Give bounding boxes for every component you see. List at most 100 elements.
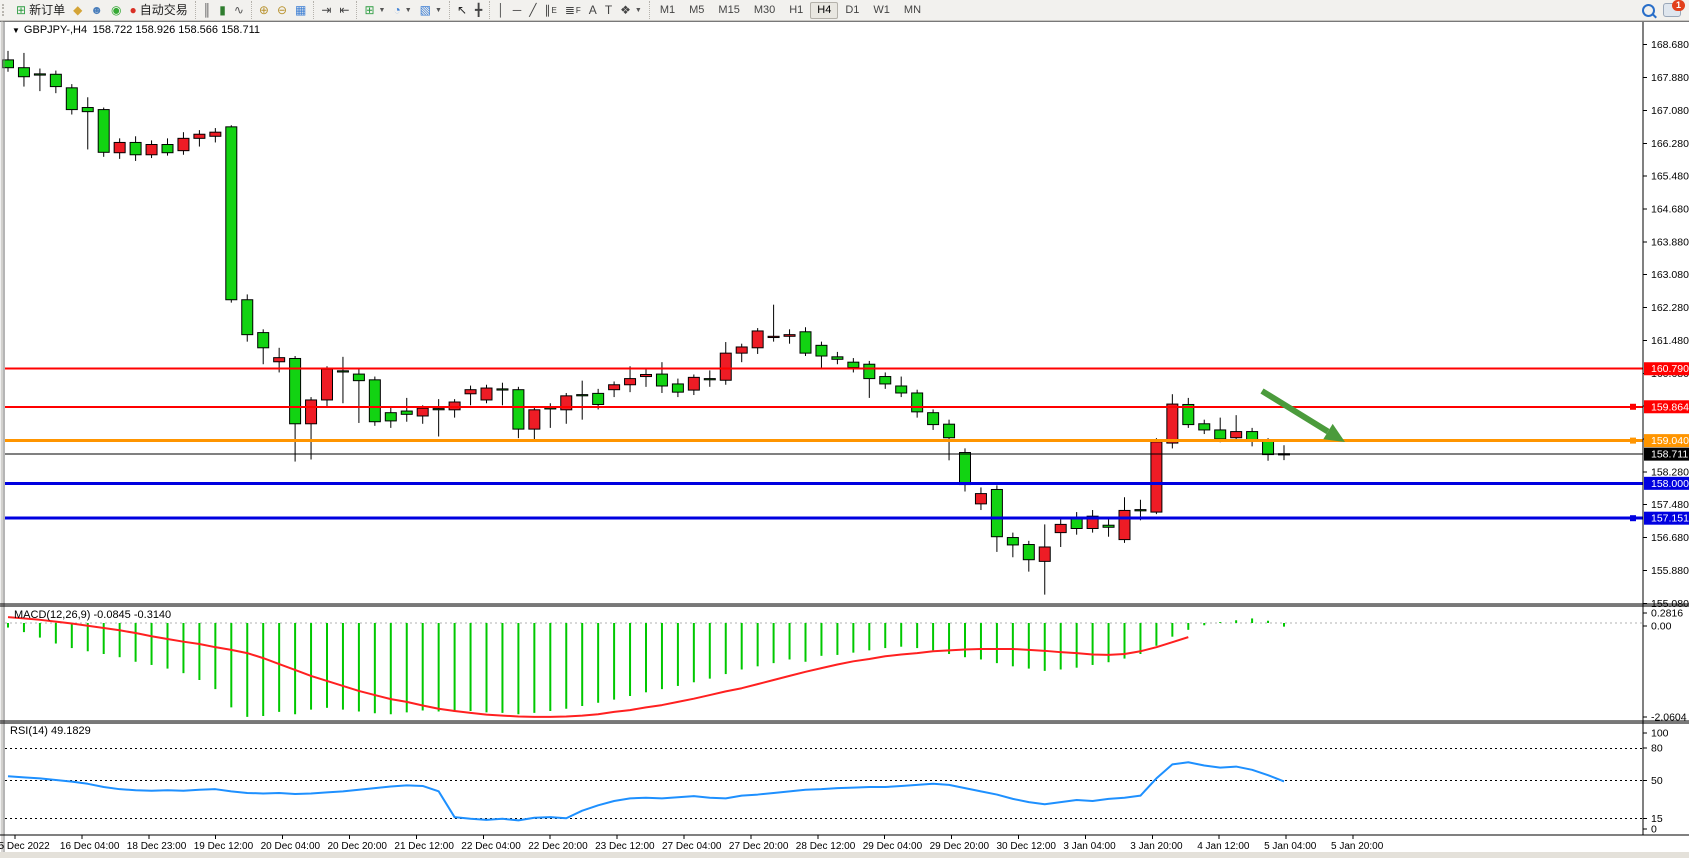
zoom-in-button[interactable]: ⊕ bbox=[255, 1, 273, 19]
candle bbox=[130, 142, 141, 154]
timeframe-h4-button[interactable]: H4 bbox=[810, 2, 838, 19]
hline-handle-159.864[interactable] bbox=[1630, 404, 1636, 410]
candle bbox=[656, 374, 667, 386]
timeframe-w1-button[interactable]: W1 bbox=[866, 2, 897, 19]
candle bbox=[353, 374, 364, 381]
line-chart-icon: ∿ bbox=[234, 4, 244, 16]
price-label-159.040: 159.040 bbox=[1651, 435, 1689, 447]
macd-axis-label: -2.0604 bbox=[1651, 712, 1687, 724]
timeframe-m5-button[interactable]: M5 bbox=[682, 2, 711, 19]
price-tick-label: 155.880 bbox=[1651, 565, 1689, 577]
candle bbox=[274, 358, 285, 362]
auto-trading-button[interactable]: ●自动交易 bbox=[125, 1, 191, 19]
candle bbox=[306, 400, 317, 424]
time-label: 5 Jan 04:00 bbox=[1264, 841, 1317, 852]
candle bbox=[465, 390, 476, 394]
candle bbox=[928, 413, 939, 425]
autotrade-icon: ● bbox=[129, 4, 136, 16]
hline-handle-159.040[interactable] bbox=[1630, 438, 1636, 444]
macd-axis-label: 0.00 bbox=[1651, 621, 1672, 633]
time-label: 22 Dec 20:00 bbox=[528, 841, 588, 852]
terminal-button[interactable]: ☻ bbox=[86, 1, 107, 19]
toolbar-right: 1 bbox=[1642, 3, 1689, 17]
fibonacci-icon: ≣ bbox=[565, 4, 575, 16]
time-label: 29 Dec 20:00 bbox=[930, 841, 990, 852]
candle bbox=[577, 395, 588, 396]
cursor-icon: ↖ bbox=[457, 4, 467, 16]
bar-chart-icon: ║ bbox=[203, 4, 212, 16]
market-watch-button[interactable]: ◆ bbox=[69, 1, 86, 19]
shapes-button[interactable]: ❖▼ bbox=[616, 1, 646, 19]
candle bbox=[417, 408, 428, 416]
candle bbox=[944, 424, 955, 438]
zoom-in-icon: ⊕ bbox=[259, 4, 269, 16]
timeframe-m15-button[interactable]: M15 bbox=[711, 2, 746, 19]
trendline-tool-button[interactable]: ╱ bbox=[525, 1, 540, 19]
auto-scroll-button[interactable]: ⇥ bbox=[317, 1, 335, 19]
notifications-icon[interactable]: 1 bbox=[1663, 3, 1681, 17]
time-label: 15 Dec 2022 bbox=[0, 841, 50, 852]
fibonacci-tool-button[interactable]: ≣F bbox=[561, 1, 585, 19]
tile-windows-button[interactable]: ▦ bbox=[291, 1, 310, 19]
hline-handle-157.151[interactable] bbox=[1630, 515, 1636, 521]
periods-button[interactable]: ◔▼ bbox=[389, 1, 415, 19]
vline-tool-button[interactable]: │ bbox=[493, 1, 509, 19]
channel-tool-button[interactable]: ∥E bbox=[541, 1, 561, 19]
candle bbox=[513, 390, 524, 429]
auto-scroll-icon: ⇥ bbox=[321, 4, 331, 16]
time-label: 3 Jan 20:00 bbox=[1130, 841, 1183, 852]
chart-type-group: ║▮ ∿ bbox=[195, 1, 251, 19]
timeframe-m1-button[interactable]: M1 bbox=[653, 2, 682, 19]
label-tool-button[interactable]: T bbox=[601, 1, 616, 19]
cursor-group: ↖╋ bbox=[449, 1, 489, 19]
candle bbox=[848, 362, 859, 367]
candle bbox=[98, 110, 109, 153]
candle bbox=[1103, 525, 1114, 527]
dropdown-caret-icon[interactable]: ▼ bbox=[405, 4, 412, 17]
price-tick-label: 165.480 bbox=[1651, 171, 1689, 183]
timeframe-h1-button[interactable]: H1 bbox=[782, 2, 810, 19]
macd-indicator-label: MACD(12,26,9) -0.0845 -0.3140 bbox=[14, 609, 171, 621]
timeframe-m30-button[interactable]: M30 bbox=[747, 2, 782, 19]
candle bbox=[545, 408, 556, 409]
chart-collapse-icon[interactable]: ▼ bbox=[12, 26, 20, 35]
candlestick-button[interactable]: ▮ bbox=[215, 1, 230, 19]
dropdown-caret-icon[interactable]: ▼ bbox=[379, 4, 386, 17]
rsi-value: 49.1829 bbox=[51, 725, 91, 737]
candle bbox=[433, 409, 444, 410]
candle bbox=[768, 336, 779, 337]
signals-button[interactable]: ◉ bbox=[107, 1, 125, 19]
time-label: 30 Dec 12:00 bbox=[997, 841, 1057, 852]
new-order-button-label: 新订单 bbox=[29, 4, 65, 17]
timeframe-d1-button[interactable]: D1 bbox=[838, 2, 866, 19]
price-tick-label: 161.480 bbox=[1651, 335, 1689, 347]
chart-shift-button[interactable]: ⇤ bbox=[335, 1, 353, 19]
hline-tool-button[interactable]: ─ bbox=[509, 1, 526, 19]
cursor-tool-button[interactable]: ↖ bbox=[453, 1, 471, 19]
candle bbox=[609, 385, 620, 390]
price-label-157.151: 157.151 bbox=[1651, 513, 1689, 525]
line-chart-button[interactable]: ∿ bbox=[230, 1, 248, 19]
price-tick-label: 167.880 bbox=[1651, 72, 1689, 84]
text-tool-button[interactable]: A bbox=[585, 1, 601, 19]
templates-button[interactable]: ▧▼ bbox=[416, 1, 446, 19]
dropdown-caret-icon[interactable]: ▼ bbox=[635, 4, 642, 17]
indicators-button[interactable]: ⊞▼ bbox=[360, 1, 389, 19]
candle bbox=[369, 380, 380, 422]
price-chart-canvas[interactable]: 168.680167.880167.080166.280165.480164.6… bbox=[0, 20, 1689, 858]
toolbar-grip[interactable] bbox=[2, 4, 7, 16]
macd-pane[interactable] bbox=[5, 607, 1689, 721]
new-order-button[interactable]: ⊞新订单 bbox=[12, 1, 69, 19]
channel-icon-letter: E bbox=[552, 4, 557, 17]
crosshair-tool-button[interactable]: ╋ bbox=[471, 1, 486, 19]
clock-icon: ◔ bbox=[393, 4, 400, 16]
timeframe-mn-button[interactable]: MN bbox=[897, 2, 928, 19]
zoom-out-button[interactable]: ⊖ bbox=[273, 1, 291, 19]
search-icon[interactable] bbox=[1642, 4, 1655, 17]
dropdown-caret-icon[interactable]: ▼ bbox=[435, 4, 442, 17]
bar-chart-button[interactable]: ║ bbox=[199, 1, 216, 19]
candle bbox=[210, 132, 221, 136]
chart-window[interactable]: 168.680167.880167.080166.280165.480164.6… bbox=[0, 20, 1689, 858]
price-tick-label: 163.080 bbox=[1651, 269, 1689, 281]
time-label: 22 Dec 04:00 bbox=[461, 841, 521, 852]
